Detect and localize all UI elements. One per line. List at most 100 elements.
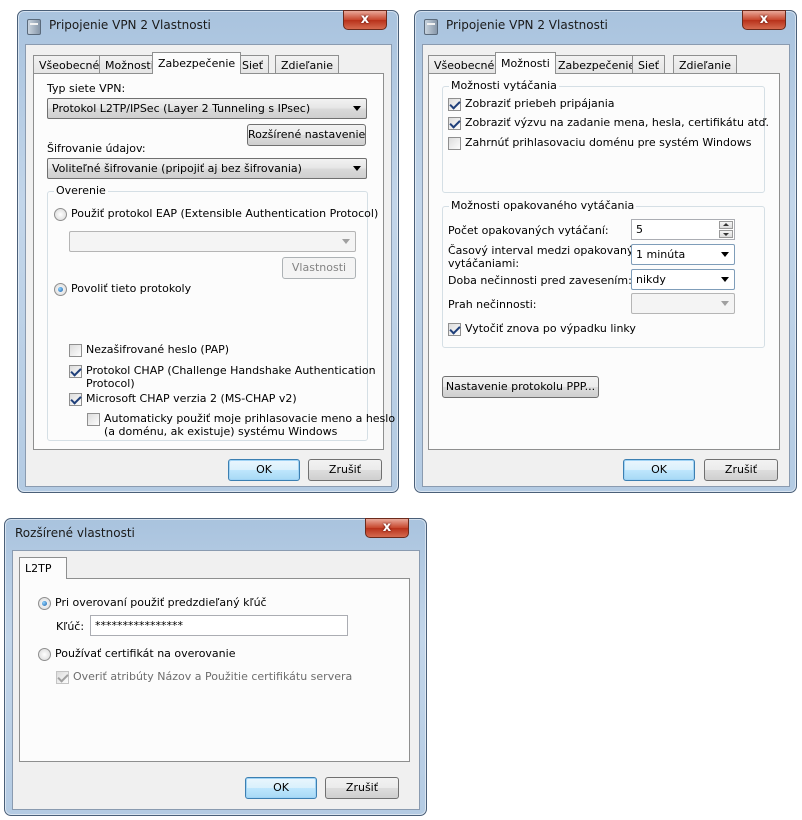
stepper-arrows[interactable] bbox=[719, 221, 733, 238]
vpn-type-value: Protokol L2TP/IPSec (Layer 2 Tunneling s… bbox=[52, 102, 311, 115]
vpn-connection-icon bbox=[424, 19, 438, 35]
tab-l2tp[interactable]: L2TP bbox=[19, 557, 67, 579]
redial-on-drop-checkbox[interactable] bbox=[448, 323, 461, 336]
tab-strip: Všeobecné Možnosti Zabezpečenie Sieť Zdi… bbox=[26, 52, 391, 74]
include-domain-checkbox[interactable] bbox=[448, 137, 461, 150]
show-progress-checkbox[interactable] bbox=[448, 98, 461, 111]
prompt-credentials-label: Zobraziť výzvu na zadanie mena, hesla, c… bbox=[465, 116, 769, 129]
eap-properties-button[interactable]: Vlastnosti bbox=[282, 257, 356, 279]
tab-general[interactable]: Všeobecné bbox=[33, 55, 106, 74]
verify-certificate-label: Overiť atribúty Názov a Použitie certifi… bbox=[73, 670, 353, 683]
window-title: Pripojenie VPN 2 Vlastnosti bbox=[446, 18, 608, 32]
pap-label: Nezašifrované heslo (PAP) bbox=[86, 343, 230, 356]
vpn-properties-window-options: Pripojenie VPN 2 Vlastnosti x Všeobecné … bbox=[414, 10, 797, 493]
tab-general[interactable]: Všeobecné bbox=[428, 55, 501, 74]
redial-interval-select[interactable]: 1 minúta bbox=[631, 244, 735, 265]
show-progress-label: Zobraziť priebeh pripájania bbox=[465, 97, 615, 110]
ok-button[interactable]: OK bbox=[228, 459, 300, 481]
close-button[interactable]: x bbox=[365, 518, 409, 538]
key-input[interactable]: **************** bbox=[90, 615, 348, 636]
include-domain-label: Zahrnúť prihlasovaciu doménu pre systém … bbox=[465, 136, 752, 149]
redial-interval-label-continued: vytáčaniami: bbox=[448, 257, 520, 270]
window-title: Rozšírené vlastnosti bbox=[15, 526, 135, 540]
title-bar[interactable]: Rozšírené vlastnosti x bbox=[5, 518, 426, 549]
key-label: Kľúč: bbox=[56, 620, 85, 633]
authentication-group: Overenie Použiť protokol EAP (Extensible… bbox=[47, 184, 395, 441]
vpn-type-select[interactable]: Protokol L2TP/IPSec (Layer 2 Tunneling s… bbox=[47, 98, 367, 119]
redial-count-label: Počet opakovaných vytáčaní: bbox=[448, 224, 609, 237]
certificate-radio[interactable] bbox=[38, 648, 51, 661]
options-tab-panel: Možnosti vytáčania Zobraziť priebeh prip… bbox=[428, 73, 780, 450]
auto-windows-logon-checkbox[interactable] bbox=[87, 413, 100, 426]
chevron-down-icon bbox=[342, 239, 350, 244]
eap-method-select[interactable] bbox=[69, 231, 356, 252]
chap-label: Protokol CHAP (Challenge Handshake Authe… bbox=[86, 364, 376, 377]
encryption-select[interactable]: Voliteľné šifrovanie (pripojiť aj bez ši… bbox=[47, 158, 367, 179]
dialog-client-area: Všeobecné Možnosti Zabezpečenie Sieť Zdi… bbox=[422, 44, 790, 487]
auto-windows-logon-label-continued: (a doménu, ak existuje) systému Windows bbox=[104, 425, 338, 438]
idle-threshold-select[interactable] bbox=[631, 293, 735, 314]
stepper-up-icon[interactable] bbox=[719, 221, 733, 229]
tab-network[interactable]: Sieť bbox=[632, 55, 666, 74]
redial-options-group-label: Možnosti opakovaného vytáčania bbox=[449, 199, 637, 212]
close-button[interactable]: x bbox=[742, 10, 786, 30]
redial-count-stepper[interactable]: 5 bbox=[631, 219, 735, 240]
window-title: Pripojenie VPN 2 Vlastnosti bbox=[49, 18, 211, 32]
eap-radio[interactable] bbox=[54, 208, 67, 221]
tab-strip: Všeobecné Možnosti Zabezpečenie Sieť Zdi… bbox=[423, 52, 789, 74]
ppp-settings-button[interactable]: Nastavenie protokolu PPP... bbox=[442, 376, 599, 398]
redial-interval-value: 1 minúta bbox=[636, 248, 686, 261]
idle-time-select[interactable]: nikdy bbox=[631, 269, 735, 290]
chevron-down-icon bbox=[721, 301, 729, 306]
ok-button[interactable]: OK bbox=[623, 459, 695, 481]
chap-checkbox[interactable] bbox=[69, 365, 82, 378]
idle-time-value: nikdy bbox=[636, 273, 666, 286]
allow-protocols-radio[interactable] bbox=[54, 283, 67, 296]
dialog-client-area: L2TP Pri overovaní použiť predzdieľaný k… bbox=[12, 550, 420, 810]
encryption-label: Šifrovanie údajov: bbox=[47, 142, 146, 155]
stepper-down-icon[interactable] bbox=[719, 230, 733, 238]
chap-label-continued: Protocol) bbox=[86, 377, 135, 390]
tab-options[interactable]: Možnosti bbox=[495, 52, 556, 74]
close-button[interactable]: x bbox=[343, 10, 387, 30]
l2tp-tab-panel: Pri overovaní použiť predzdieľaný kľúč K… bbox=[19, 578, 410, 762]
certificate-label: Používať certifikát na overovanie bbox=[55, 647, 236, 660]
dialog-client-area: Všeobecné Možnosti Zabezpečenie Sieť Zdi… bbox=[25, 44, 395, 487]
advanced-properties-window: Rozšírené vlastnosti x L2TP Pri overovan… bbox=[4, 518, 427, 816]
pap-checkbox[interactable] bbox=[69, 344, 82, 357]
cancel-button[interactable]: Zrušiť bbox=[325, 777, 399, 799]
advanced-settings-button[interactable]: Rozšírené nastavenie bbox=[247, 124, 366, 146]
security-tab-panel: Typ siete VPN: Protokol L2TP/IPSec (Laye… bbox=[33, 73, 395, 450]
vpn-type-label: Typ siete VPN: bbox=[47, 82, 126, 95]
chevron-down-icon bbox=[353, 106, 361, 111]
tab-security[interactable]: Zabezpečenie bbox=[552, 55, 642, 74]
idle-time-label: Doba nečinnosti pred zavesením: bbox=[448, 274, 632, 287]
mschap-checkbox[interactable] bbox=[69, 393, 82, 406]
cancel-button[interactable]: Zrušiť bbox=[704, 459, 778, 481]
eap-radio-label: Použiť protokol EAP (Extensible Authenti… bbox=[71, 207, 379, 220]
vpn-connection-icon bbox=[27, 19, 41, 35]
tab-security[interactable]: Zabezpečenie bbox=[152, 52, 242, 74]
chevron-down-icon bbox=[353, 166, 361, 171]
redial-interval-label: Časový interval medzi opakovanými bbox=[448, 244, 648, 257]
redial-options-group: Možnosti opakovaného vytáčania Počet opa… bbox=[442, 199, 765, 348]
auto-windows-logon-label: Automaticky použiť moje prihlasovacie me… bbox=[104, 412, 396, 425]
dialing-options-group-label: Možnosti vytáčania bbox=[449, 79, 559, 92]
encryption-value: Voliteľné šifrovanie (pripojiť aj bez ši… bbox=[52, 162, 302, 175]
cancel-button[interactable]: Zrušiť bbox=[308, 459, 382, 481]
mschap-label: Microsoft CHAP verzia 2 (MS-CHAP v2) bbox=[86, 392, 297, 405]
tab-sharing[interactable]: Zdieľanie bbox=[673, 55, 738, 74]
prompt-credentials-checkbox[interactable] bbox=[448, 117, 461, 130]
redial-on-drop-label: Vytočiť znova po výpadku linky bbox=[465, 322, 636, 335]
preshared-key-label: Pri overovaní použiť predzdieľaný kľúč bbox=[55, 596, 267, 609]
tab-options[interactable]: Možnosti bbox=[99, 55, 160, 74]
title-bar[interactable]: Pripojenie VPN 2 Vlastnosti x bbox=[415, 10, 796, 41]
chevron-down-icon bbox=[721, 252, 729, 257]
title-bar[interactable]: Pripojenie VPN 2 Vlastnosti x bbox=[18, 10, 398, 41]
tab-sharing[interactable]: Zdieľanie bbox=[275, 55, 340, 74]
preshared-key-radio[interactable] bbox=[38, 597, 51, 610]
ok-button[interactable]: OK bbox=[245, 777, 317, 799]
redial-count-value: 5 bbox=[636, 223, 643, 236]
verify-certificate-checkbox[interactable] bbox=[56, 671, 69, 684]
tab-strip: L2TP bbox=[13, 557, 419, 579]
